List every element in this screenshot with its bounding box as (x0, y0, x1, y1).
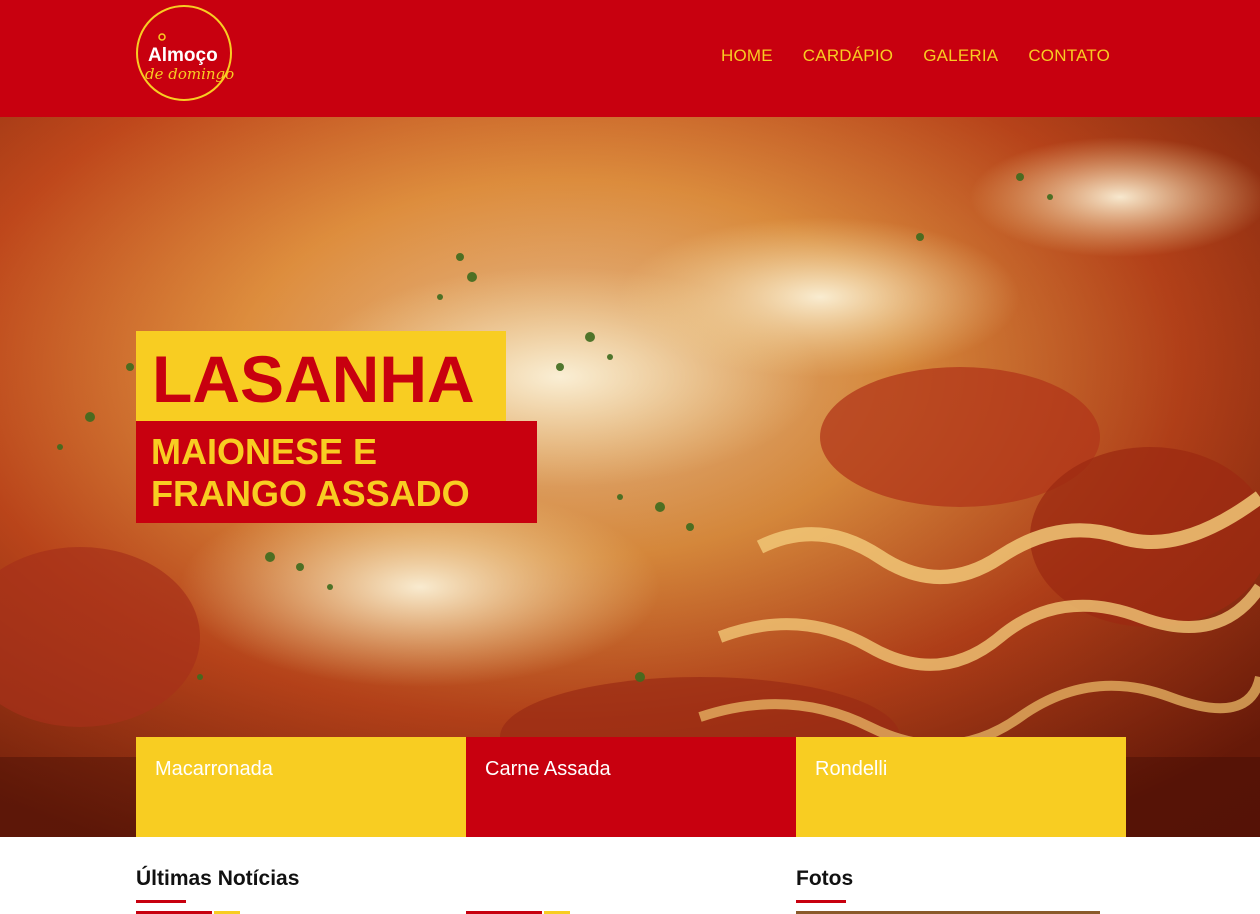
tile-label: Rondelli (815, 758, 888, 780)
headline-box: LASANHA (136, 331, 506, 421)
tile-label: Carne Assada (485, 758, 611, 780)
logo-graphic: Almoço de domingo (145, 33, 234, 83)
logo-text-2: de domingo (145, 65, 234, 83)
subheadline-box: MAIONESE E FRANGO ASSADO (136, 421, 537, 523)
news-section-title: Últimas Notícias (136, 867, 300, 890)
tile-macarronada[interactable]: Macarronada (136, 737, 466, 837)
nav-galeria[interactable]: GALERIA (923, 46, 998, 66)
hero-banner: LASANHA MAIONESE E FRANGO ASSADO Macarro… (0, 117, 1260, 837)
hero-subheadline: MAIONESE E FRANGO ASSADO (151, 431, 470, 514)
tile-rondelli[interactable]: Rondelli (796, 737, 1126, 837)
tile-label: Macarronada (155, 758, 273, 780)
nav-cardapio[interactable]: CARDÁPIO (803, 46, 893, 66)
news-title-underline (136, 900, 186, 903)
logo[interactable]: Almoço de domingo (136, 5, 234, 101)
nav-home[interactable]: HOME (721, 46, 773, 66)
main-nav: HOME CARDÁPIO GALERIA CONTATO (721, 46, 1110, 66)
nav-contato[interactable]: CONTATO (1028, 46, 1110, 66)
photos-title-underline (796, 900, 846, 903)
hero-headline: LASANHA (152, 342, 475, 416)
site-header: Almoço de domingo HOME CARDÁPIO GALERIA … (0, 0, 1260, 117)
tile-carne-assada[interactable]: Carne Assada (466, 737, 796, 837)
photos-section-title: Fotos (796, 867, 854, 890)
logo-text-1: Almoço (148, 45, 218, 66)
